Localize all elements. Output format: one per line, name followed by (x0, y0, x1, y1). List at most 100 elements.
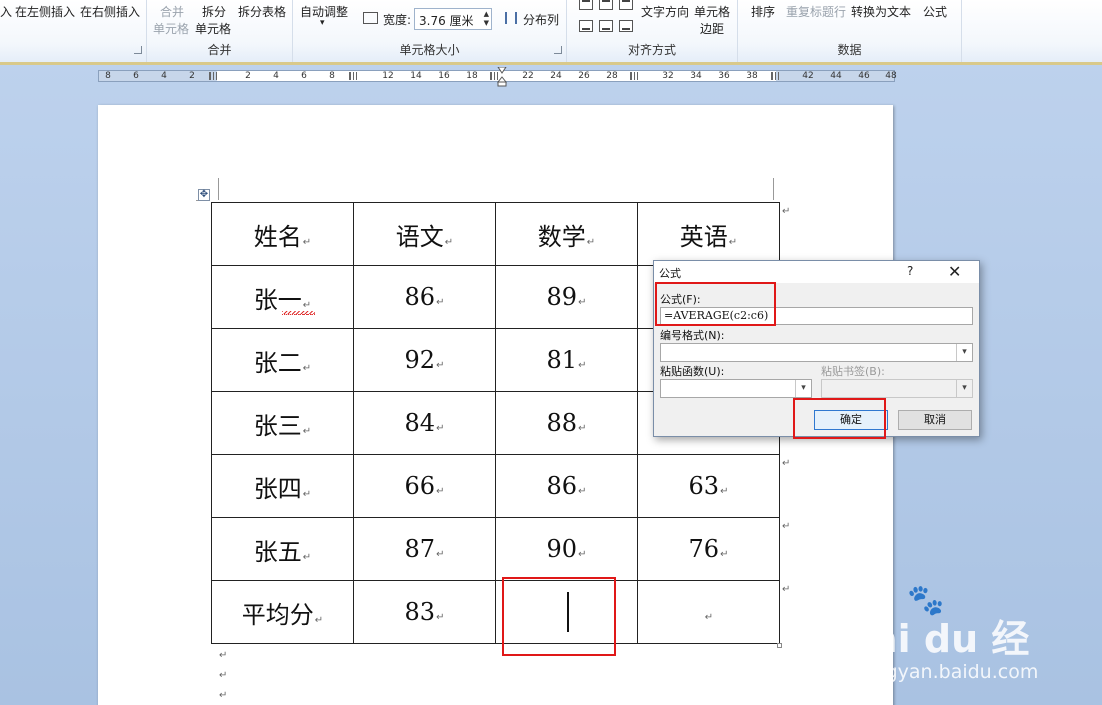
ruler-tick: 48 (885, 71, 897, 81)
table-cell[interactable]: 92↵ (353, 328, 496, 392)
width-input-value: 3.76 厘米 (419, 14, 474, 28)
table-cell[interactable]: 张二↵ (211, 328, 354, 392)
cell-text: 87 (404, 535, 436, 563)
table-move-icon[interactable]: ✥ (198, 189, 210, 201)
table-cell[interactable]: 88↵ (495, 391, 638, 455)
table-header-cell[interactable]: 姓名↵ (211, 202, 354, 266)
insert-partial-label: 入 (0, 5, 13, 19)
paragraph-mark: ↵ (436, 612, 445, 623)
paragraph-mark: ↵ (586, 236, 596, 248)
table-cell[interactable]: 87↵ (353, 517, 496, 581)
sort-button[interactable]: 排序 (751, 3, 775, 20)
end-of-row-mark: ↵ (782, 584, 791, 595)
cell-margins-label-1: 单元格 (694, 5, 731, 19)
chevron-down-icon[interactable]: ▾ (956, 344, 972, 361)
paste-function-select[interactable]: ▾ (660, 379, 812, 398)
text-direction-button[interactable]: 文字方向 (641, 3, 689, 20)
paragraph-mark: ↵ (219, 650, 228, 661)
table-cell[interactable]: 张四↵ (211, 454, 354, 518)
ruler-tick: 28 (606, 71, 618, 81)
highlight-ok-button (793, 398, 886, 439)
table-cell[interactable]: 86↵ (495, 454, 638, 518)
column-marker[interactable] (630, 72, 638, 80)
table-cell[interactable]: 76↵ (637, 517, 780, 581)
table-cell[interactable]: 86↵ (353, 265, 496, 329)
table-header-cell[interactable]: 数学↵ (495, 202, 638, 266)
table-cell[interactable]: 84↵ (353, 391, 496, 455)
align-bottom-center-icon[interactable] (599, 20, 613, 32)
data-group: 排序 重复标题行 转换为文本 公式 数据 (738, 0, 962, 62)
dialog-title: 公式 (659, 267, 681, 280)
repeat-header-button[interactable]: 重复标题行 (786, 3, 846, 20)
align-bottom-left-icon[interactable] (579, 20, 593, 32)
cell-text: 90 (546, 535, 578, 563)
align-top-center-icon[interactable] (599, 0, 613, 10)
cell-text: 平均分 (241, 600, 314, 629)
help-icon[interactable]: ? (907, 264, 913, 278)
table-cell[interactable]: 81↵ (495, 328, 638, 392)
column-marker[interactable] (771, 72, 779, 80)
split-cells-label-2: 单元格 (195, 22, 232, 36)
ruler-tick: 46 (858, 71, 870, 81)
cell-text: 张二 (253, 348, 302, 377)
dialog-launcher-icon[interactable] (134, 46, 142, 54)
dialog-launcher-icon[interactable] (554, 46, 562, 54)
align-top-right-icon[interactable] (619, 0, 633, 10)
ruler-tick: 8 (105, 71, 111, 81)
width-spinner-icon[interactable]: ▲ ▼ (484, 10, 489, 28)
close-icon[interactable]: ✕ (948, 262, 961, 281)
paragraph-mark: ↵ (314, 614, 324, 626)
table-header-cell[interactable]: 语文↵ (353, 202, 496, 266)
table-cell[interactable]: 89↵ (495, 265, 638, 329)
paragraph-mark: ↵ (436, 423, 445, 434)
cell-text: 数学 (537, 222, 586, 251)
table-cell[interactable]: 63↵ (637, 454, 780, 518)
align-bottom-right-icon[interactable] (619, 20, 633, 32)
paragraph-mark: ↵ (302, 362, 312, 374)
table-cell[interactable]: 张一↵ (211, 265, 354, 329)
number-format-label: 编号格式(N): (660, 329, 725, 342)
table-cell[interactable]: 83↵ (353, 580, 496, 644)
table-cell[interactable]: 90↵ (495, 517, 638, 581)
paragraph-mark: ↵ (578, 360, 587, 371)
number-format-select[interactable]: ▾ (660, 343, 973, 362)
paragraph-mark: ↵ (720, 549, 729, 560)
cell-text: 76 (688, 535, 720, 563)
paragraph-mark: ↵ (578, 486, 587, 497)
ruler-tick: 44 (830, 71, 842, 81)
ruler-tick: 12 (382, 71, 394, 81)
chevron-down-icon[interactable]: ▾ (795, 380, 811, 397)
table-cell[interactable]: 张五↵ (211, 517, 354, 581)
indent-marker-icon[interactable] (497, 67, 507, 87)
convert-to-text-button[interactable]: 转换为文本 (851, 3, 911, 20)
table-header-cell[interactable]: 英语↵ (637, 202, 780, 266)
cancel-button[interactable]: 取消 (898, 410, 972, 430)
column-marker[interactable] (209, 72, 217, 80)
insert-right-button[interactable]: 在右侧插入 (80, 3, 140, 20)
formula-button[interactable]: 公式 (923, 3, 947, 20)
split-table-button[interactable]: 拆分表格 (238, 3, 286, 20)
cell-text: 张一 (253, 285, 302, 314)
ruler-tick: 18 (466, 71, 478, 81)
column-marker[interactable] (349, 72, 357, 80)
table-cell[interactable]: 平均分↵ (211, 580, 354, 644)
table-row: 张五↵ 87↵ 90↵ 76↵ (211, 517, 780, 581)
paragraph-mark: ↵ (578, 549, 587, 560)
table-cell[interactable]: ↵ (637, 580, 780, 644)
width-input[interactable]: 3.76 厘米 ▲ ▼ (414, 8, 492, 30)
paste-function-label: 粘贴函数(U): (660, 365, 725, 378)
auto-fit-dropdown-icon[interactable]: ▾ (320, 18, 325, 28)
cell-text: 83 (404, 598, 436, 626)
ruler-tick: 38 (746, 71, 758, 81)
paragraph-mark: ↵ (436, 297, 445, 308)
insert-left-button[interactable]: 在左侧插入 (15, 3, 75, 20)
align-top-left-icon[interactable] (579, 0, 593, 10)
table-resize-handle[interactable] (777, 643, 782, 648)
cell-text: 张五 (253, 537, 302, 566)
cell-text: 84 (404, 409, 436, 437)
table-cell[interactable]: 66↵ (353, 454, 496, 518)
distribute-columns-button[interactable]: 分布列 (523, 11, 559, 28)
table-cell[interactable]: 张三↵ (211, 391, 354, 455)
dialog-title-bar[interactable]: 公式 ? ✕ (654, 261, 979, 283)
cell-text: 63 (688, 472, 720, 500)
